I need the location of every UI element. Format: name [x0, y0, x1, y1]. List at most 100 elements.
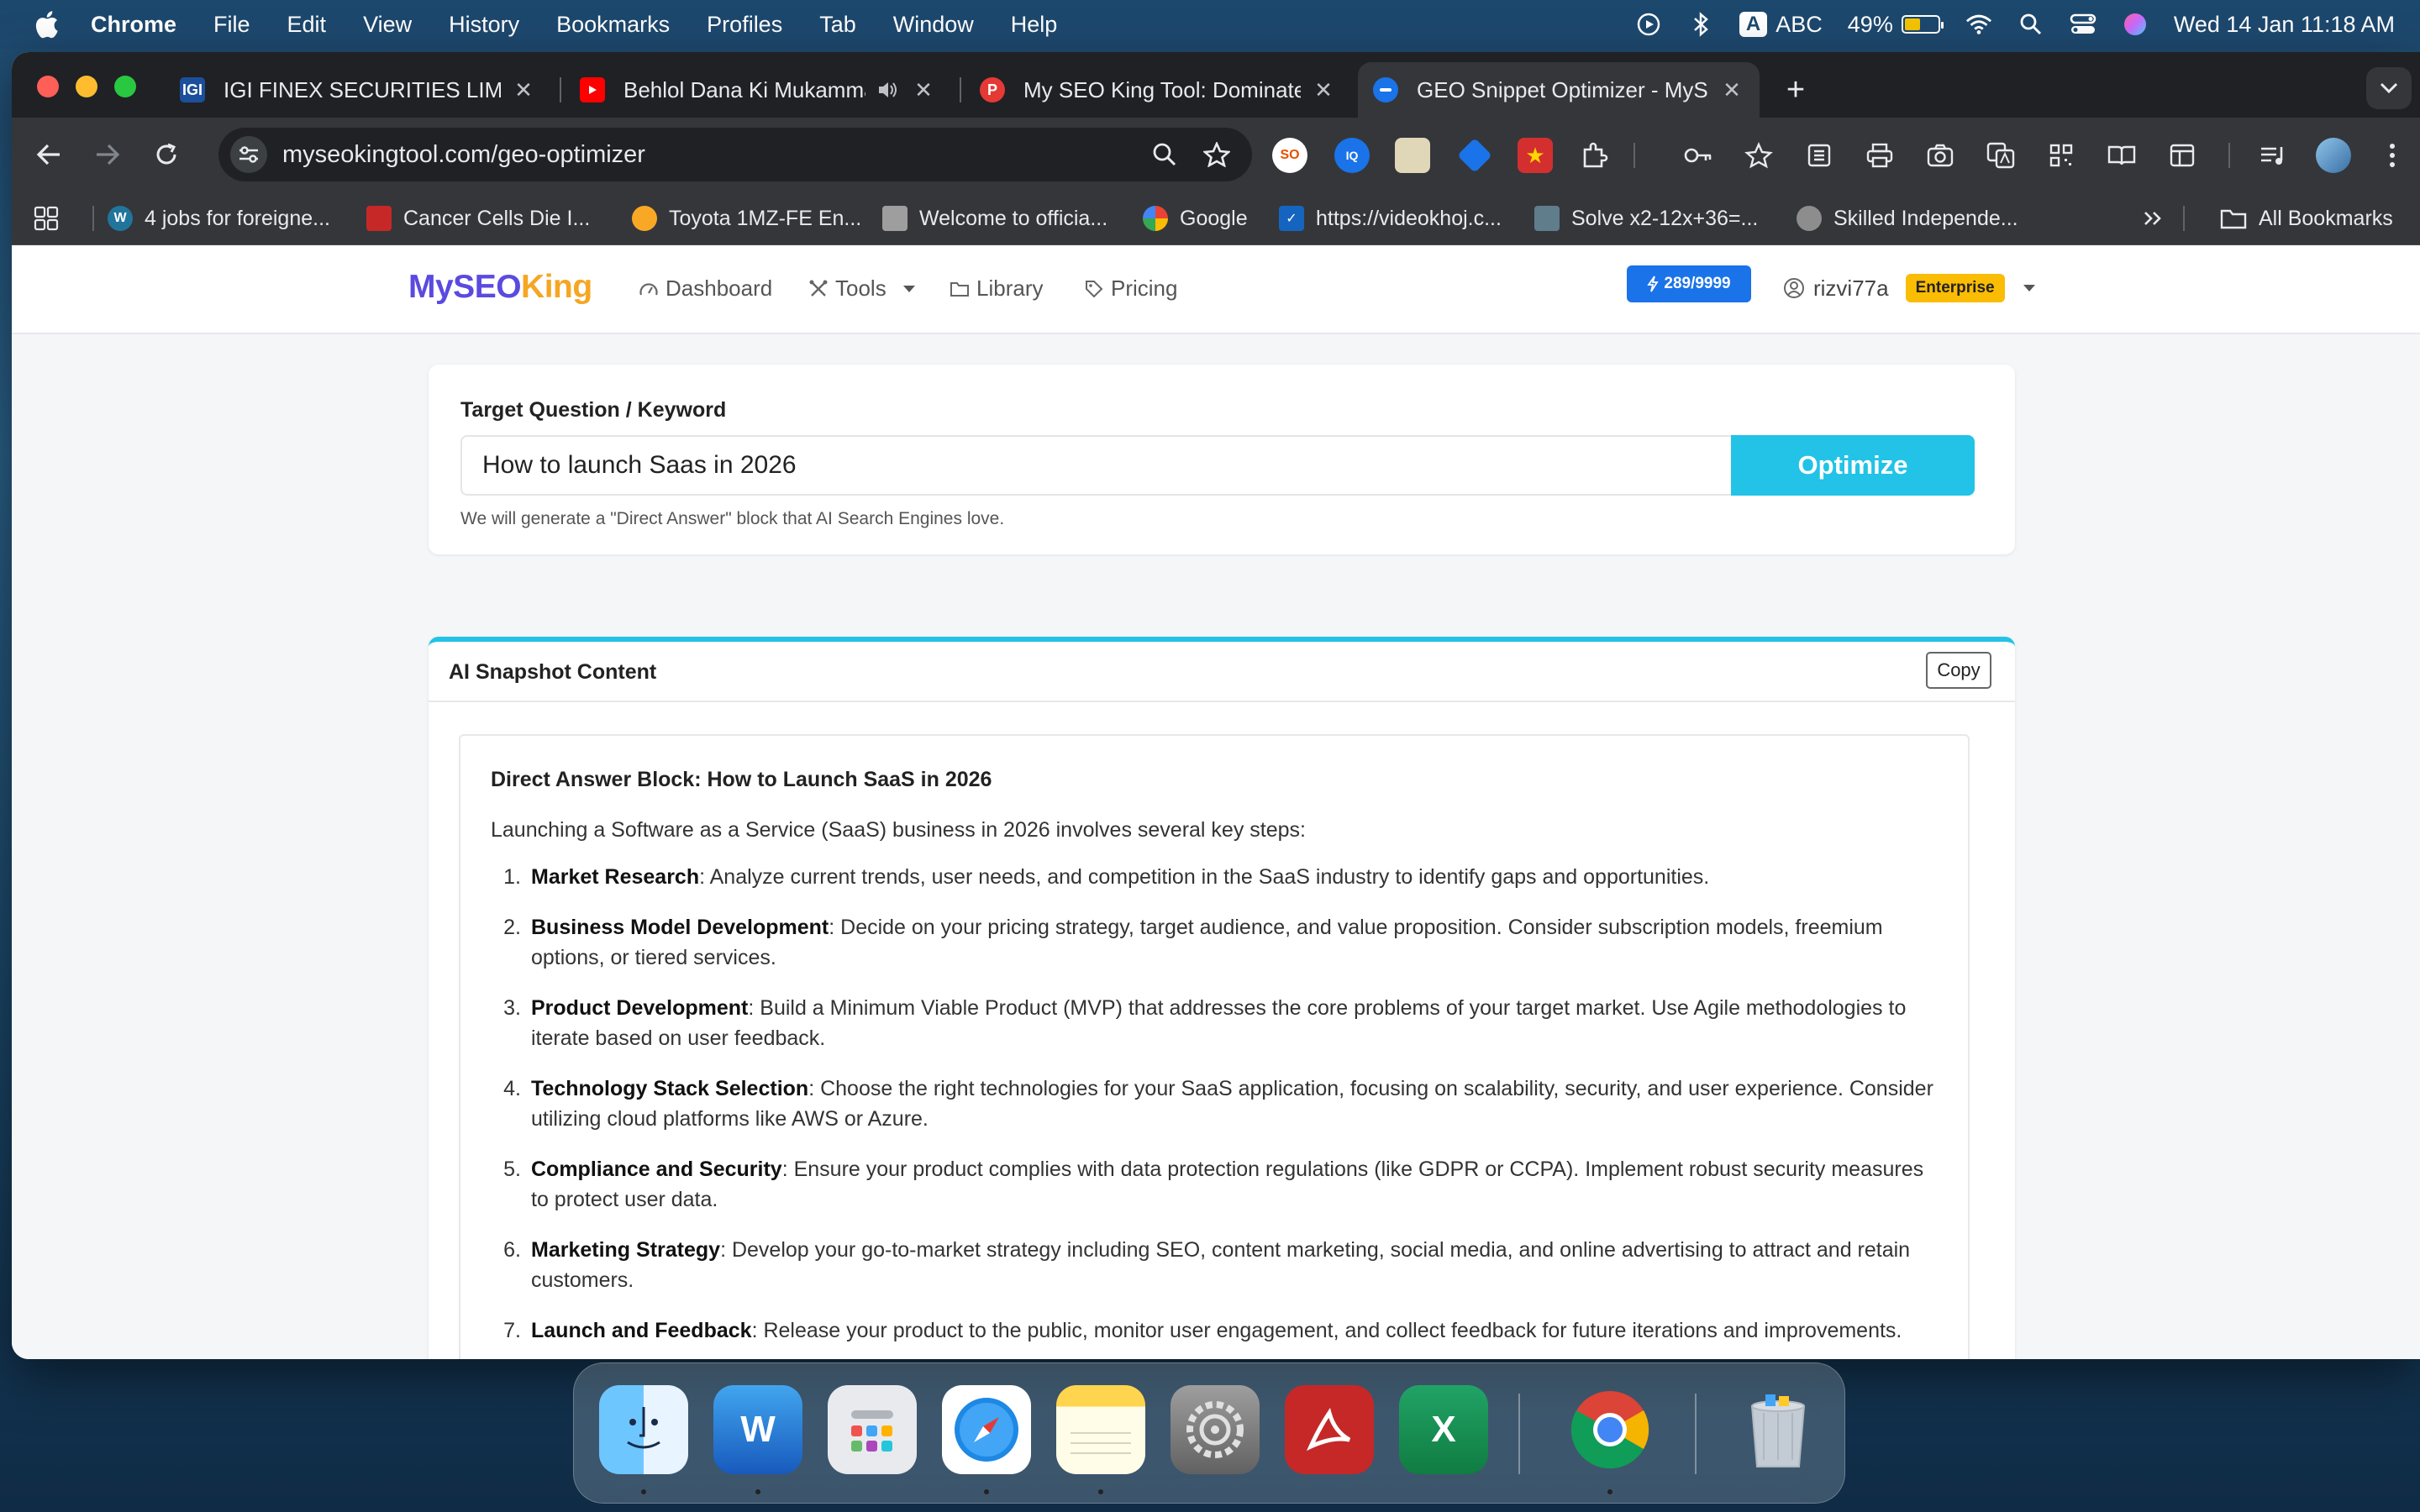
- menu-file[interactable]: File: [213, 12, 250, 38]
- menu-window[interactable]: Window: [893, 12, 974, 38]
- menu-history[interactable]: History: [449, 12, 519, 38]
- reading-mode-icon[interactable]: [2104, 138, 2139, 173]
- apple-logo-icon[interactable]: [34, 10, 59, 39]
- profile-avatar[interactable]: [2316, 138, 2351, 173]
- launchpad-icon[interactable]: [828, 1385, 917, 1474]
- menu-view[interactable]: View: [363, 12, 412, 38]
- screenshot-camera-icon[interactable]: [1923, 138, 1958, 173]
- nav-dashboard[interactable]: Dashboard: [639, 276, 772, 302]
- tab-igi-finex[interactable]: IGI IGI FINEX SECURITIES LIMITED ✕: [165, 62, 551, 118]
- side-panel-icon[interactable]: [2165, 138, 2200, 173]
- menu-help[interactable]: Help: [1011, 12, 1058, 38]
- password-key-icon[interactable]: [1681, 138, 1716, 173]
- copy-button[interactable]: Copy: [1926, 652, 1991, 689]
- menu-tab[interactable]: Tab: [819, 12, 856, 38]
- safari-icon[interactable]: [942, 1385, 1031, 1474]
- print-icon[interactable]: [1862, 138, 1897, 173]
- notebook-extension-icon[interactable]: [1395, 138, 1430, 173]
- speaker-icon[interactable]: [876, 77, 901, 102]
- step-number: 3.: [503, 996, 521, 1020]
- qr-code-icon[interactable]: [2044, 138, 2079, 173]
- tab-close-icon[interactable]: ✕: [1719, 77, 1744, 102]
- zoom-magnifier-icon[interactable]: [1148, 138, 1181, 171]
- input-source-label: ABC: [1776, 11, 1823, 37]
- step-title: Compliance and Security: [531, 1158, 782, 1181]
- tab-my-seo-king[interactable]: P My SEO King Tool: Dominate Google ✕: [965, 62, 1351, 118]
- menu-bookmarks[interactable]: Bookmarks: [556, 12, 670, 38]
- tab-close-icon[interactable]: ✕: [911, 77, 936, 102]
- credits-badge[interactable]: 289/9999: [1627, 265, 1751, 302]
- adobe-acrobat-icon[interactable]: [1285, 1385, 1374, 1474]
- tab-close-icon[interactable]: ✕: [511, 77, 536, 102]
- nav-tools[interactable]: Tools: [808, 276, 915, 302]
- nav-library[interactable]: Library: [950, 276, 1043, 302]
- trash-icon[interactable]: [1733, 1385, 1823, 1474]
- battery-status[interactable]: 49%: [1848, 12, 1944, 38]
- seoquake-extension-icon[interactable]: SO: [1272, 138, 1307, 173]
- bookmark-solve-equation[interactable]: Solve x2-12x+36=...: [1534, 203, 1758, 234]
- iq-extension-icon[interactable]: IQ: [1334, 138, 1370, 173]
- notes-icon[interactable]: [1056, 1385, 1145, 1474]
- bookmark-videokhoj[interactable]: ✓ https://videokhoj.c...: [1279, 203, 1502, 234]
- bookmark-jobs[interactable]: W 4 jobs for foreigne...: [108, 203, 330, 234]
- back-arrow-icon[interactable]: [30, 136, 67, 173]
- bluetooth-icon[interactable]: [1687, 11, 1714, 38]
- finder-icon[interactable]: [599, 1385, 688, 1474]
- forward-arrow-icon[interactable]: [89, 136, 126, 173]
- menu-app-name[interactable]: Chrome: [91, 12, 176, 38]
- control-center-icon[interactable]: [2070, 11, 2096, 38]
- bookmark-cancer-cells[interactable]: Cancer Cells Die I...: [366, 203, 590, 234]
- window-minimize-button[interactable]: [76, 76, 97, 97]
- app-navbar: MySEOKing Dashboard Tools Library Pricin…: [12, 245, 2420, 334]
- bookmark-toyota[interactable]: Toyota 1MZ-FE En...: [632, 203, 861, 234]
- bookmark-star-icon[interactable]: [1200, 138, 1234, 171]
- more-bookmarks-chevron-icon[interactable]: [2143, 203, 2163, 234]
- bookmark-google[interactable]: Google: [1143, 203, 1248, 234]
- chrome-menu-icon[interactable]: [2375, 138, 2410, 173]
- wifi-icon[interactable]: [1965, 11, 1992, 38]
- menu-profiles[interactable]: Profiles: [707, 12, 782, 38]
- siri-icon[interactable]: [2122, 11, 2149, 38]
- bookmark-welcome[interactable]: Welcome to officia...: [882, 203, 1107, 234]
- user-menu[interactable]: rizvi77a Enterprise: [1783, 274, 2035, 302]
- optimize-button[interactable]: Optimize: [1731, 435, 1975, 496]
- bookmark-skilled-independent[interactable]: Skilled Independe...: [1797, 203, 2018, 234]
- form-hint: We will generate a "Direct Answer" block…: [460, 509, 1005, 528]
- address-url[interactable]: myseokingtool.com/geo-optimizer: [282, 141, 1148, 169]
- play-circle-icon[interactable]: [1635, 11, 1662, 38]
- menu-edit[interactable]: Edit: [287, 12, 327, 38]
- new-tab-icon[interactable]: +: [1776, 71, 1815, 109]
- reading-list-icon[interactable]: [1802, 138, 1837, 173]
- tab-geo-snippet-optimizer[interactable]: GEO Snippet Optimizer - MySEOKing ✕: [1358, 62, 1760, 118]
- spotlight-search-icon[interactable]: [2018, 11, 2044, 38]
- emblem-icon: [882, 206, 908, 231]
- tab-search-chevron-icon[interactable]: [2366, 67, 2412, 109]
- input-source-menu[interactable]: A ABC: [1739, 12, 1823, 38]
- window-zoom-button[interactable]: [114, 76, 136, 97]
- microsoft-excel-icon[interactable]: X: [1399, 1385, 1488, 1474]
- tab-behlol-dana[interactable]: Behlol Dana Ki Mukammal ✕: [565, 62, 951, 118]
- google-chrome-icon[interactable]: [1565, 1385, 1655, 1474]
- translate-icon[interactable]: [1983, 138, 2018, 173]
- media-controls-icon[interactable]: [2255, 138, 2291, 173]
- myseoking-logo[interactable]: MySEOKing: [408, 269, 592, 306]
- reading-star-icon[interactable]: [1741, 138, 1776, 173]
- ai-snapshot-card: AI Snapshot Content Copy Direct Answer B…: [429, 637, 2015, 1359]
- nav-pricing[interactable]: Pricing: [1084, 276, 1177, 302]
- omnibox[interactable]: myseokingtool.com/geo-optimizer: [218, 128, 1252, 181]
- all-bookmarks-folder[interactable]: All Bookmarks: [2220, 203, 2393, 234]
- reload-icon[interactable]: [148, 136, 185, 173]
- clock[interactable]: Wed 14 Jan 11:18 AM: [2174, 12, 2395, 38]
- star-badge-extension-icon[interactable]: ★: [1518, 138, 1553, 173]
- keyword-input[interactable]: [460, 435, 1731, 496]
- geo-favicon-icon: [1373, 77, 1398, 102]
- apps-grid-icon[interactable]: [34, 203, 59, 234]
- system-settings-gear-icon[interactable]: [1171, 1385, 1260, 1474]
- tag-extension-icon[interactable]: [1457, 138, 1492, 173]
- window-close-button[interactable]: [37, 76, 59, 97]
- extensions-puzzle-icon[interactable]: [1576, 138, 1612, 173]
- tab-close-icon[interactable]: ✕: [1311, 77, 1336, 102]
- microsoft-word-icon[interactable]: W: [713, 1385, 802, 1474]
- step-text: : Develop your go-to-market strategy inc…: [531, 1238, 1911, 1292]
- site-settings-icon[interactable]: [230, 136, 267, 173]
